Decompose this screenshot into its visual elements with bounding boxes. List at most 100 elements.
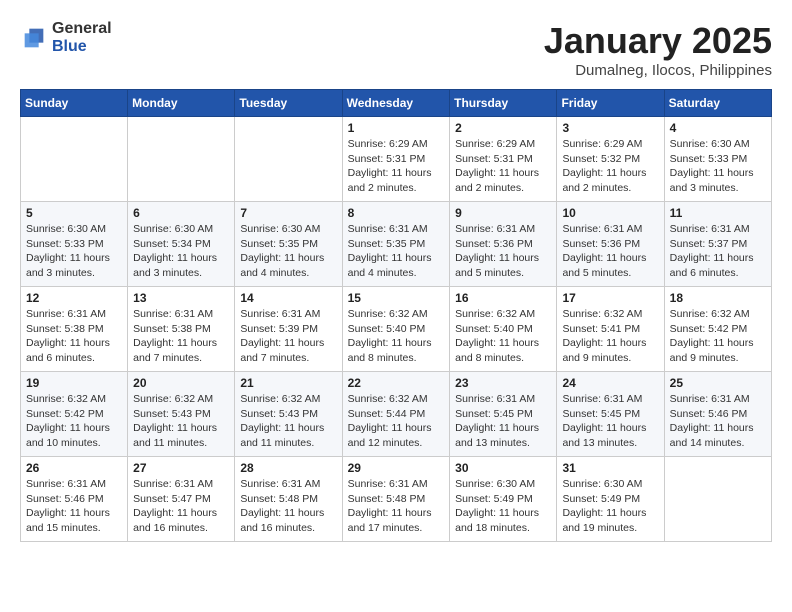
day-number: 26 xyxy=(26,461,122,475)
title-block: January 2025 Dumalneg, Ilocos, Philippin… xyxy=(544,20,772,79)
location-subtitle: Dumalneg, Ilocos, Philippines xyxy=(544,62,772,79)
day-number: 14 xyxy=(240,291,336,305)
day-info: Sunrise: 6:29 AMSunset: 5:32 PMDaylight:… xyxy=(562,137,658,196)
day-of-week-header: Wednesday xyxy=(342,90,450,117)
calendar-cell: 22 Sunrise: 6:32 AMSunset: 5:44 PMDayligh… xyxy=(342,372,450,457)
day-number: 13 xyxy=(133,291,229,305)
day-info: Sunrise: 6:31 AMSunset: 5:48 PMDaylight:… xyxy=(240,477,336,536)
day-number: 11 xyxy=(670,206,766,220)
calendar-cell: 5Sunrise: 6:30 AMSunset: 5:33 PMDaylight… xyxy=(21,202,128,287)
calendar-cell: 21Sunrise: 6:32 AMSunset: 5:43 PMDayligh… xyxy=(235,372,342,457)
calendar-cell xyxy=(664,457,771,542)
calendar-cell: 8 Sunrise: 6:31 AMSunset: 5:35 PMDaylight… xyxy=(342,202,450,287)
calendar-cell: 20Sunrise: 6:32 AMSunset: 5:43 PMDayligh… xyxy=(128,372,235,457)
day-info: Sunrise: 6:32 AMSunset: 5:41 PMDaylight:… xyxy=(562,307,658,366)
day-info: Sunrise: 6:31 AMSunset: 5:45 PMDaylight:… xyxy=(455,392,551,451)
day-info: Sunrise: 6:32 AMSunset: 5:42 PMDaylight:… xyxy=(26,392,122,451)
day-info: Sunrise: 6:32 AMSunset: 5:44 PMDaylight:… xyxy=(348,392,445,451)
day-number: 8 xyxy=(348,206,445,220)
logo-icon xyxy=(20,24,48,52)
calendar-cell: 26 Sunrise: 6:31 AMSunset: 5:46 PMDayligh… xyxy=(21,457,128,542)
month-title: January 2025 xyxy=(544,20,772,62)
calendar-cell: 10Sunrise: 6:31 AMSunset: 5:36 PMDayligh… xyxy=(557,202,664,287)
day-info: Sunrise: 6:32 AMSunset: 5:42 PMDaylight:… xyxy=(670,307,766,366)
calendar-cell: 24 Sunrise: 6:31 AMSunset: 5:45 PMDayligh… xyxy=(557,372,664,457)
calendar-cell: 28 Sunrise: 6:31 AMSunset: 5:48 PMDayligh… xyxy=(235,457,342,542)
day-of-week-header: Monday xyxy=(128,90,235,117)
day-number: 19 xyxy=(26,376,122,390)
day-of-week-header: Sunday xyxy=(21,90,128,117)
calendar-cell xyxy=(21,117,128,202)
day-of-week-header: Friday xyxy=(557,90,664,117)
day-number: 6 xyxy=(133,206,229,220)
calendar-cell: 6Sunrise: 6:30 AMSunset: 5:34 PMDaylight… xyxy=(128,202,235,287)
day-number: 7 xyxy=(240,206,336,220)
day-info: Sunrise: 6:30 AMSunset: 5:33 PMDaylight:… xyxy=(670,137,766,196)
day-info: Sunrise: 6:31 AMSunset: 5:35 PMDaylight:… xyxy=(348,222,445,281)
day-info: Sunrise: 6:32 AMSunset: 5:43 PMDaylight:… xyxy=(133,392,229,451)
calendar-cell: 2 Sunrise: 6:29 AMSunset: 5:31 PMDaylight… xyxy=(450,117,557,202)
calendar-cell: 9 Sunrise: 6:31 AMSunset: 5:36 PMDaylight… xyxy=(450,202,557,287)
day-info: Sunrise: 6:31 AMSunset: 5:48 PMDaylight:… xyxy=(348,477,445,536)
calendar-cell: 4 Sunrise: 6:30 AMSunset: 5:33 PMDaylight… xyxy=(664,117,771,202)
day-info: Sunrise: 6:31 AMSunset: 5:47 PMDaylight:… xyxy=(133,477,229,536)
day-info: Sunrise: 6:31 AMSunset: 5:36 PMDaylight:… xyxy=(455,222,551,281)
day-number: 24 xyxy=(562,376,658,390)
day-info: Sunrise: 6:30 AMSunset: 5:49 PMDaylight:… xyxy=(455,477,551,536)
calendar-cell: 14 Sunrise: 6:31 AMSunset: 5:39 PMDayligh… xyxy=(235,287,342,372)
day-number: 17 xyxy=(562,291,658,305)
calendar-cell: 1 Sunrise: 6:29 AMSunset: 5:31 PMDaylight… xyxy=(342,117,450,202)
calendar-cell: 23 Sunrise: 6:31 AMSunset: 5:45 PMDayligh… xyxy=(450,372,557,457)
day-number: 10 xyxy=(562,206,658,220)
calendar-cell: 18 Sunrise: 6:32 AMSunset: 5:42 PMDayligh… xyxy=(664,287,771,372)
calendar-cell: 15Sunrise: 6:32 AMSunset: 5:40 PMDayligh… xyxy=(342,287,450,372)
day-number: 27 xyxy=(133,461,229,475)
day-info: Sunrise: 6:31 AMSunset: 5:45 PMDaylight:… xyxy=(562,392,658,451)
calendar-week-row: 5Sunrise: 6:30 AMSunset: 5:33 PMDaylight… xyxy=(21,202,772,287)
day-number: 23 xyxy=(455,376,551,390)
logo-general: General xyxy=(52,20,112,38)
day-number: 12 xyxy=(26,291,122,305)
day-number: 25 xyxy=(670,376,766,390)
calendar-cell: 13Sunrise: 6:31 AMSunset: 5:38 PMDayligh… xyxy=(128,287,235,372)
day-number: 4 xyxy=(670,121,766,135)
day-info: Sunrise: 6:30 AMSunset: 5:49 PMDaylight:… xyxy=(562,477,658,536)
day-info: Sunrise: 6:32 AMSunset: 5:40 PMDaylight:… xyxy=(455,307,551,366)
calendar-week-row: 26 Sunrise: 6:31 AMSunset: 5:46 PMDayligh… xyxy=(21,457,772,542)
day-number: 1 xyxy=(348,121,445,135)
day-number: 29 xyxy=(348,461,445,475)
page-header: General Blue January 2025 Dumalneg, Iloc… xyxy=(20,20,772,79)
day-number: 22 xyxy=(348,376,445,390)
logo-text: General Blue xyxy=(52,20,112,55)
day-number: 30 xyxy=(455,461,551,475)
day-info: Sunrise: 6:31 AMSunset: 5:39 PMDaylight:… xyxy=(240,307,336,366)
calendar-cell xyxy=(128,117,235,202)
day-info: Sunrise: 6:29 AMSunset: 5:31 PMDaylight:… xyxy=(455,137,551,196)
calendar-cell: 3Sunrise: 6:29 AMSunset: 5:32 PMDaylight… xyxy=(557,117,664,202)
day-info: Sunrise: 6:31 AMSunset: 5:46 PMDaylight:… xyxy=(26,477,122,536)
day-number: 15 xyxy=(348,291,445,305)
calendar-cell: 31 Sunrise: 6:30 AMSunset: 5:49 PMDayligh… xyxy=(557,457,664,542)
calendar-cell: 25 Sunrise: 6:31 AMSunset: 5:46 PMDayligh… xyxy=(664,372,771,457)
calendar-cell: 11 Sunrise: 6:31 AMSunset: 5:37 PMDayligh… xyxy=(664,202,771,287)
day-of-week-header: Thursday xyxy=(450,90,557,117)
day-number: 9 xyxy=(455,206,551,220)
calendar-cell: 7 Sunrise: 6:30 AMSunset: 5:35 PMDaylight… xyxy=(235,202,342,287)
day-info: Sunrise: 6:29 AMSunset: 5:31 PMDaylight:… xyxy=(348,137,445,196)
day-number: 18 xyxy=(670,291,766,305)
calendar-cell: 16Sunrise: 6:32 AMSunset: 5:40 PMDayligh… xyxy=(450,287,557,372)
day-info: Sunrise: 6:31 AMSunset: 5:46 PMDaylight:… xyxy=(670,392,766,451)
day-number: 21 xyxy=(240,376,336,390)
day-info: Sunrise: 6:31 AMSunset: 5:37 PMDaylight:… xyxy=(670,222,766,281)
day-of-week-header: Saturday xyxy=(664,90,771,117)
calendar-table: SundayMondayTuesdayWednesdayThursdayFrid… xyxy=(20,89,772,542)
day-number: 2 xyxy=(455,121,551,135)
calendar-cell: 30 Sunrise: 6:30 AMSunset: 5:49 PMDayligh… xyxy=(450,457,557,542)
calendar-cell: 17 Sunrise: 6:32 AMSunset: 5:41 PMDayligh… xyxy=(557,287,664,372)
day-number: 28 xyxy=(240,461,336,475)
day-info: Sunrise: 6:30 AMSunset: 5:35 PMDaylight:… xyxy=(240,222,336,281)
day-number: 31 xyxy=(562,461,658,475)
calendar-cell: 12Sunrise: 6:31 AMSunset: 5:38 PMDayligh… xyxy=(21,287,128,372)
day-info: Sunrise: 6:30 AMSunset: 5:33 PMDaylight:… xyxy=(26,222,122,281)
calendar-week-row: 1 Sunrise: 6:29 AMSunset: 5:31 PMDaylight… xyxy=(21,117,772,202)
